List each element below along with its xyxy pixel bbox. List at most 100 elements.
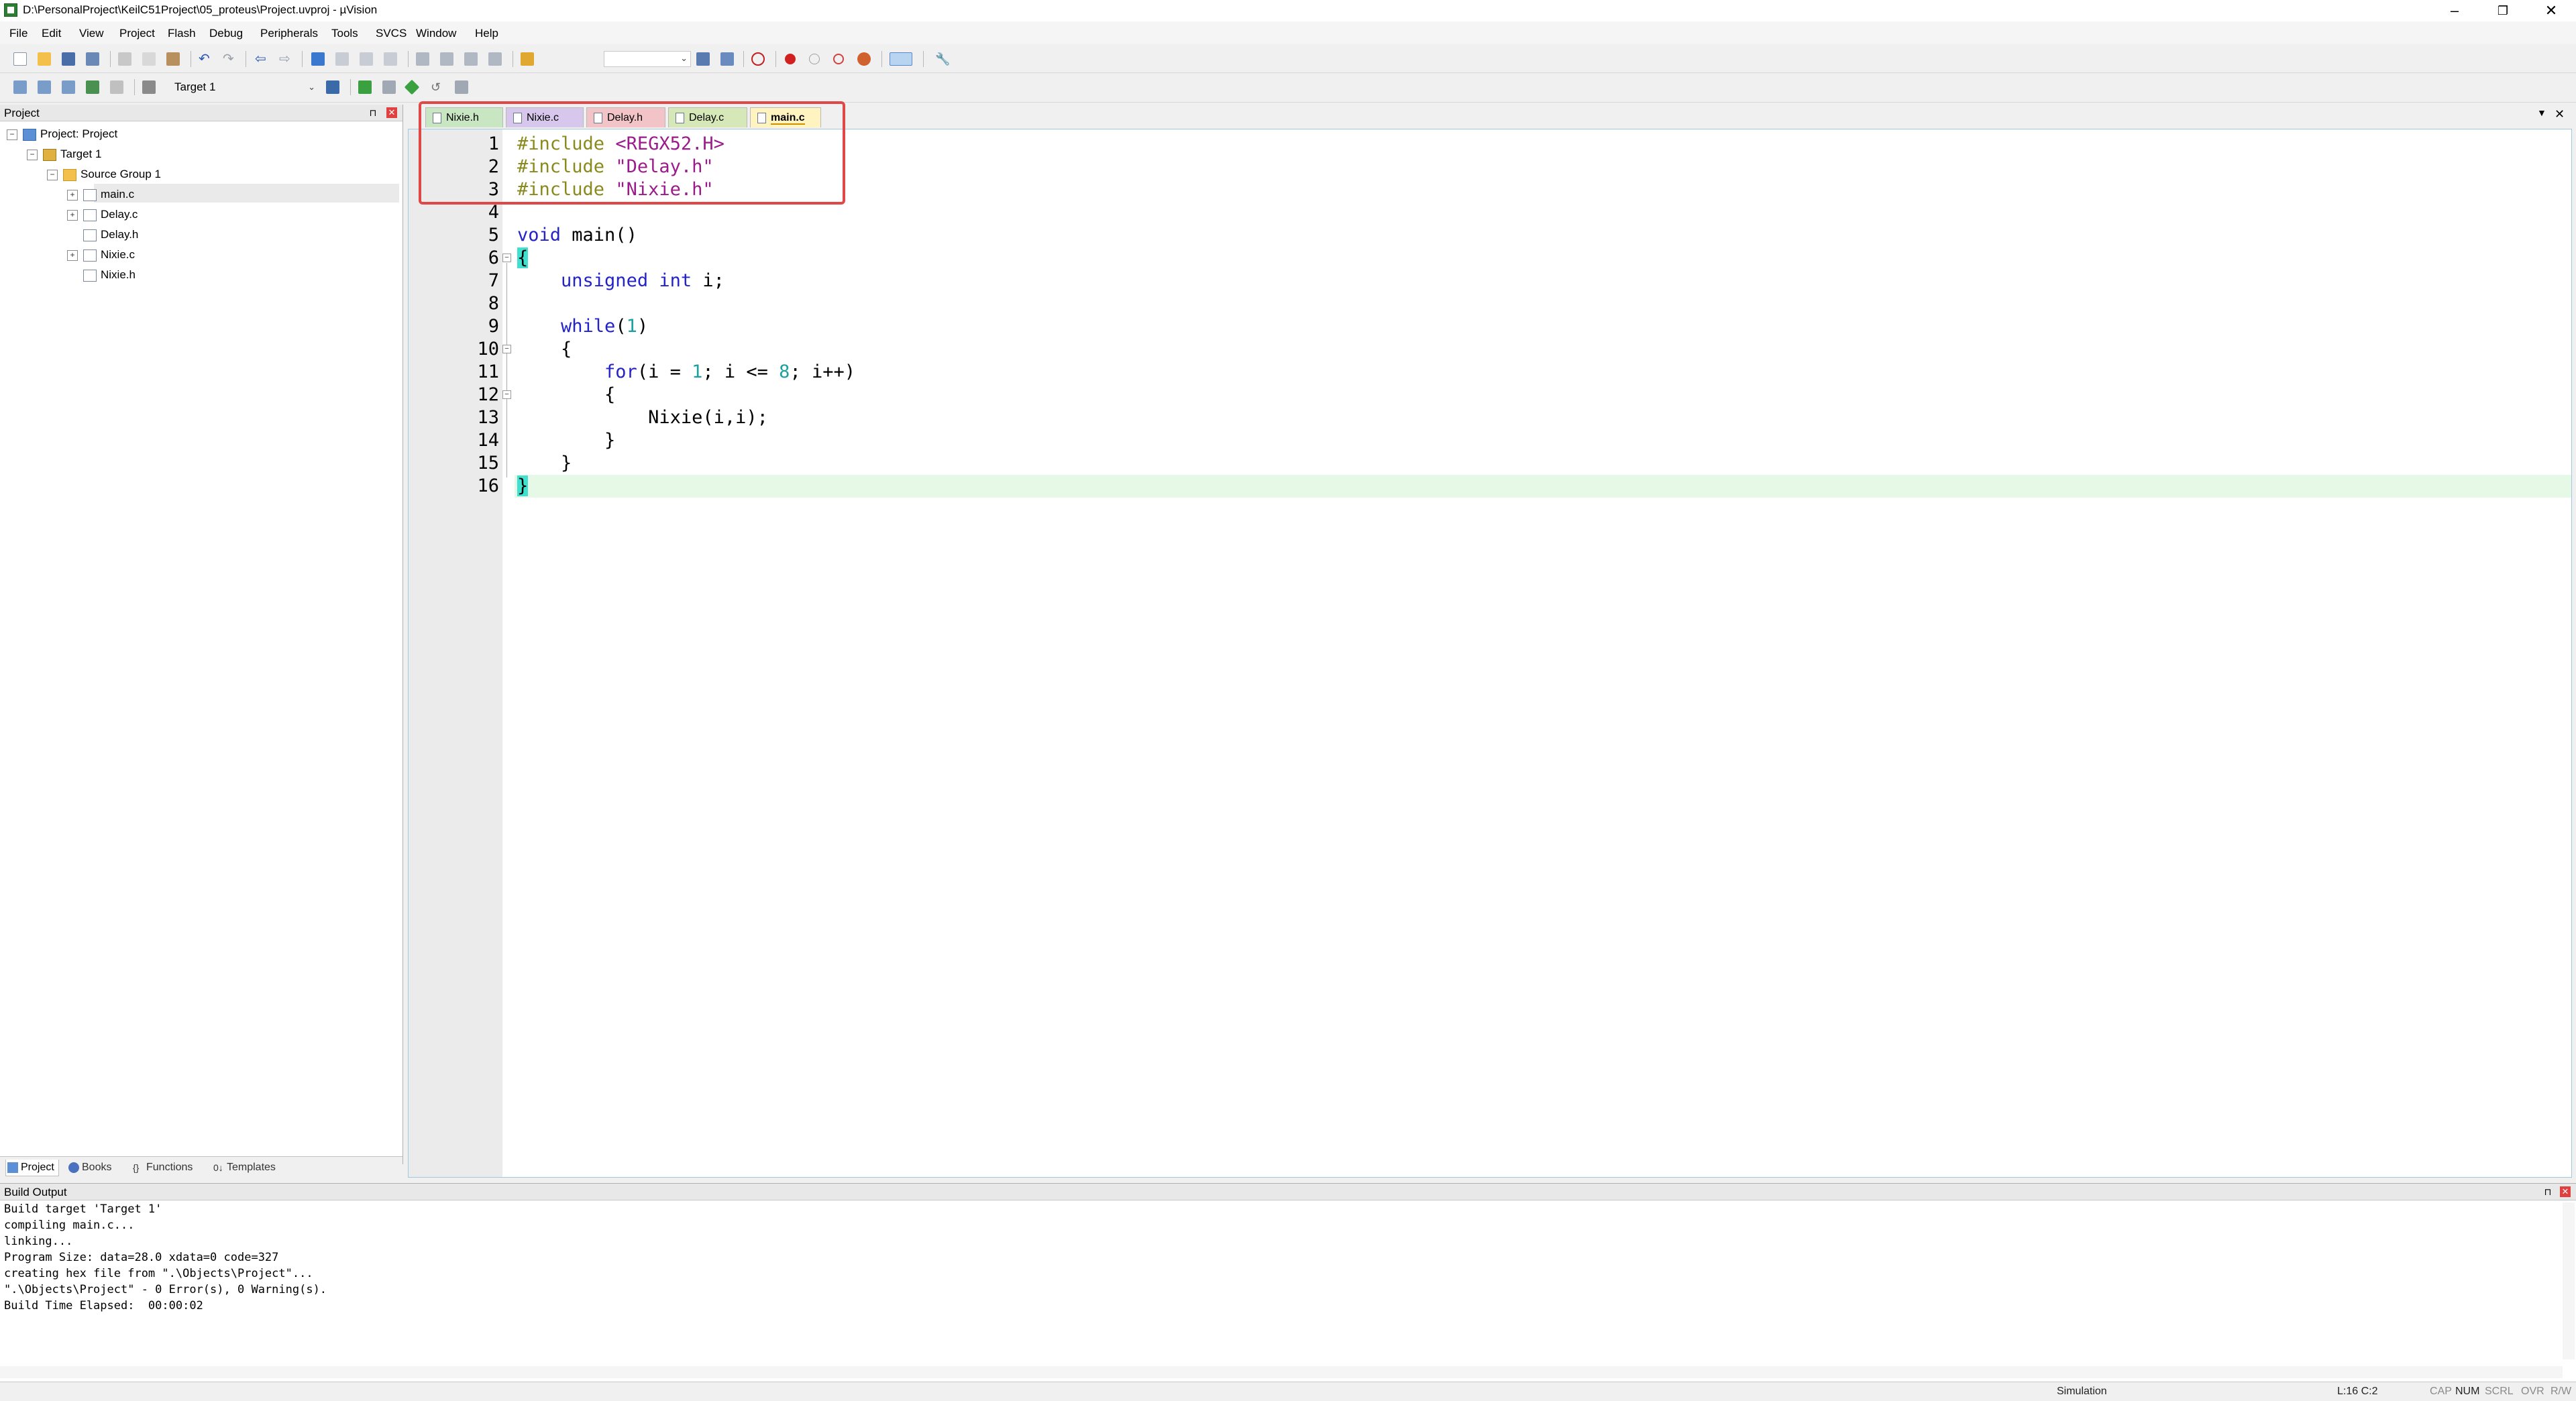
fold-guide: [506, 263, 507, 478]
target-options-icon[interactable]: [326, 80, 339, 94]
pack-installer-icon[interactable]: ↺: [431, 80, 444, 94]
tree-item-source-group[interactable]: − Source Group 1: [47, 165, 161, 184]
books-icon: [68, 1162, 79, 1173]
menu-svcs[interactable]: SVCS: [376, 27, 407, 40]
build-icon[interactable]: [38, 80, 51, 94]
tab-project[interactable]: Project: [5, 1160, 59, 1176]
close-panel-icon[interactable]: ✕: [2560, 1186, 2571, 1197]
bookmark-prev-icon[interactable]: [335, 52, 349, 66]
new-file-icon[interactable]: [13, 52, 27, 66]
rebuild-icon[interactable]: [62, 80, 75, 94]
menu-file[interactable]: File: [9, 27, 28, 40]
expand-icon[interactable]: +: [67, 189, 78, 201]
target-select[interactable]: Target 1 ⌄: [170, 79, 318, 95]
paste-icon[interactable]: [166, 52, 180, 66]
save-all-icon[interactable]: [86, 52, 99, 66]
file-toolbar: ↶ ↷ ⇦ ⇨ ⌄ 🔧: [0, 46, 2576, 73]
configure-wrench-icon[interactable]: 🔧: [935, 52, 950, 66]
pack-viewer-icon[interactable]: [455, 80, 468, 94]
pin-icon[interactable]: ⊓: [368, 107, 378, 118]
fold-collapse-icon[interactable]: −: [502, 345, 511, 353]
output-line: Build target 'Target 1': [4, 1202, 162, 1216]
project-panel-tabs: Project Books {} Functions 0↓ Templates: [0, 1156, 402, 1177]
vertical-scrollbar[interactable]: [2563, 1202, 2575, 1359]
menu-view[interactable]: View: [79, 27, 104, 40]
bookmark-clear-icon[interactable]: [384, 52, 397, 66]
code-line: Nixie(i,i);: [648, 407, 768, 428]
close-panel-icon[interactable]: ✕: [386, 107, 397, 118]
menu-project[interactable]: Project: [119, 27, 155, 40]
comment-icon[interactable]: [464, 52, 478, 66]
build-output-header: Build Output ⊓ ✕: [0, 1184, 2576, 1200]
save-icon[interactable]: [62, 52, 75, 66]
fold-collapse-icon[interactable]: −: [502, 254, 511, 262]
incremental-find-icon[interactable]: [720, 52, 734, 66]
menu-window[interactable]: Window: [416, 27, 456, 40]
find-combo[interactable]: ⌄: [604, 51, 691, 67]
tree-item-file[interactable]: + main.c: [67, 185, 134, 204]
uncomment-icon[interactable]: [488, 52, 502, 66]
tab-books[interactable]: Books: [67, 1160, 111, 1176]
line-number: 14: [477, 430, 499, 451]
debug-session-icon[interactable]: [751, 52, 765, 66]
close-editor-icon[interactable]: ✕: [2555, 107, 2565, 121]
select-packs-icon[interactable]: [404, 79, 420, 95]
horizontal-scrollbar[interactable]: [0, 1366, 2563, 1378]
copy-icon[interactable]: [142, 52, 156, 66]
manage-project-items-icon[interactable]: [358, 80, 372, 94]
line-number: 9: [488, 316, 499, 337]
unindent-icon[interactable]: [440, 52, 453, 66]
cut-icon[interactable]: [118, 52, 131, 66]
tree-item-file[interactable]: Delay.h: [67, 225, 138, 244]
fold-collapse-icon[interactable]: −: [502, 390, 511, 399]
navigate-forward-icon[interactable]: ⇨: [279, 52, 292, 66]
open-folder-icon[interactable]: [38, 52, 51, 66]
undo-icon[interactable]: ↶: [199, 52, 212, 66]
expand-icon[interactable]: +: [67, 209, 78, 221]
find-icon[interactable]: [696, 52, 710, 66]
translate-icon[interactable]: [13, 80, 27, 94]
minimize-button[interactable]: –: [2431, 0, 2478, 21]
caps-lock-indicator: CAP: [2430, 1386, 2452, 1397]
download-icon[interactable]: [142, 80, 156, 94]
disable-breakpoints-icon[interactable]: [833, 54, 844, 64]
pin-icon[interactable]: ⊓: [2542, 1186, 2553, 1197]
redo-icon[interactable]: ↷: [223, 52, 236, 66]
bookmark-toggle-icon[interactable]: [311, 52, 325, 66]
tree-item-file[interactable]: Nixie.h: [67, 266, 136, 284]
tree-item-file[interactable]: + Nixie.c: [67, 245, 135, 264]
code-line: void main(): [517, 225, 637, 245]
chevron-down-icon: ⌄: [308, 82, 315, 92]
menu-peripherals[interactable]: Peripherals: [260, 27, 318, 40]
collapse-icon[interactable]: −: [7, 129, 17, 140]
find-in-files-icon[interactable]: [521, 52, 534, 66]
menu-tools[interactable]: Tools: [331, 27, 358, 40]
uvision-app-icon: [4, 3, 17, 17]
menu-edit[interactable]: Edit: [42, 27, 61, 40]
bookmark-next-icon[interactable]: [360, 52, 373, 66]
menu-help[interactable]: Help: [475, 27, 498, 40]
kill-breakpoints-icon[interactable]: [857, 52, 871, 66]
maximize-button[interactable]: ❐: [2479, 0, 2526, 21]
tree-item-file[interactable]: + Delay.c: [67, 205, 138, 224]
menu-flash[interactable]: Flash: [168, 27, 196, 40]
manage-components-icon[interactable]: [382, 80, 396, 94]
stop-build-icon[interactable]: [110, 80, 123, 94]
tab-list-dropdown-icon[interactable]: ▼: [2537, 107, 2546, 118]
enable-breakpoint-icon[interactable]: [809, 54, 820, 64]
window-layout-icon[interactable]: [890, 52, 912, 66]
menu-debug[interactable]: Debug: [209, 27, 243, 40]
collapse-icon[interactable]: −: [27, 149, 38, 160]
tree-item-project[interactable]: − Project: Project: [7, 125, 117, 144]
insert-breakpoint-icon[interactable]: [785, 54, 796, 64]
tab-templates[interactable]: 0↓ Templates: [212, 1160, 276, 1176]
tree-item-target[interactable]: − Target 1: [27, 145, 101, 164]
close-window-button[interactable]: ✕: [2528, 0, 2575, 21]
navigate-back-icon[interactable]: ⇦: [255, 52, 268, 66]
code-editor[interactable]: 1 2 3 4 5 6 7 8 9 10 11 12 13 14 15 16 −…: [408, 129, 2572, 1178]
indent-icon[interactable]: [416, 52, 429, 66]
expand-icon[interactable]: +: [67, 249, 78, 261]
collapse-icon[interactable]: −: [47, 169, 58, 180]
batch-build-icon[interactable]: [86, 80, 99, 94]
tab-functions[interactable]: {} Functions: [131, 1160, 193, 1176]
